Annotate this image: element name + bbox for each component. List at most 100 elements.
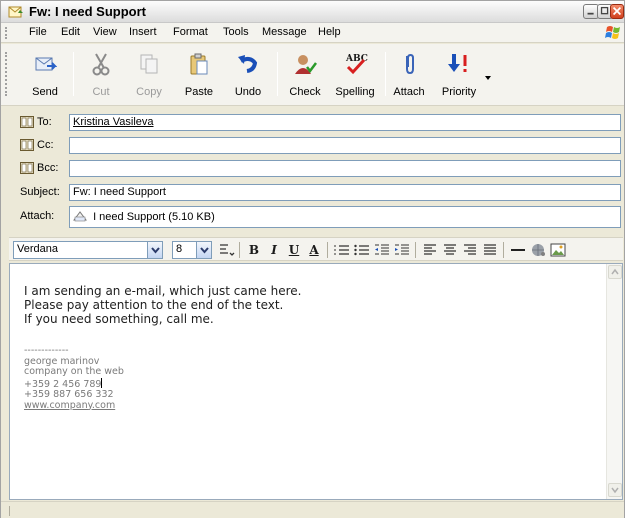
subject-field[interactable]: Fw: I need Support [69, 184, 621, 201]
font-size-select[interactable]: 8 [172, 241, 212, 259]
send-button[interactable]: Send [23, 48, 67, 102]
horizontal-line-button[interactable] [509, 242, 527, 258]
signature-website-link[interactable]: www.company.com [24, 400, 124, 412]
paste-button[interactable]: Paste [177, 48, 221, 102]
insert-picture-button[interactable] [549, 242, 567, 258]
address-book-icon[interactable] [20, 162, 34, 174]
menu-help[interactable]: Help [318, 26, 341, 38]
size-dropdown-button[interactable] [196, 242, 211, 258]
insert-link-button[interactable] [529, 242, 547, 258]
signature-phone2: +359 887 656 332 [24, 389, 114, 400]
chevron-down-icon [151, 247, 160, 254]
attach-label-header: Attach: [20, 210, 55, 222]
menu-insert[interactable]: Insert [129, 26, 157, 38]
priority-button[interactable]: Priority [437, 48, 481, 102]
menu-message[interactable]: Message [262, 26, 307, 38]
title-bar[interactable]: Fw: I need Support [1, 1, 624, 23]
scroll-up-button[interactable] [608, 265, 622, 279]
toolbar-separator [73, 52, 74, 96]
picture-icon [550, 243, 566, 257]
format-separator [327, 242, 328, 258]
paragraph-style-icon [220, 244, 235, 256]
justify-button[interactable] [481, 242, 499, 258]
status-bar [1, 501, 624, 518]
attach-label: Attach [393, 86, 425, 98]
menu-grip[interactable] [5, 27, 8, 39]
numbered-list-button[interactable] [333, 242, 351, 258]
priority-icon [448, 54, 467, 72]
attach-field[interactable]: I need Support (5.10 KB) [69, 206, 621, 228]
spell-check-icon: ABC [345, 54, 368, 75]
check-names-button[interactable]: Check [283, 48, 327, 102]
message-line: If you need something, call me. [24, 312, 214, 326]
toolbar-grip[interactable] [5, 52, 8, 96]
menu-file[interactable]: File [29, 26, 47, 38]
menu-bar: File Edit View Insert Format Tools Messa… [1, 23, 624, 43]
font-color-button[interactable]: A [305, 242, 323, 258]
address-book-icon[interactable] [20, 139, 34, 151]
increase-indent-button[interactable] [393, 242, 411, 258]
font-dropdown-button[interactable] [147, 242, 162, 258]
address-book-icon[interactable] [20, 116, 34, 128]
bullet-list-button[interactable] [353, 242, 371, 258]
align-left-icon [424, 244, 436, 255]
vertical-scrollbar[interactable] [606, 264, 622, 499]
menu-format[interactable]: Format [173, 26, 208, 38]
message-line: I am sending an e-mail, which just came … [24, 284, 302, 298]
format-separator [239, 242, 240, 258]
align-center-button[interactable] [441, 242, 459, 258]
paperclip-icon [406, 53, 414, 75]
toolbar-separator [385, 52, 386, 96]
cut-label: Cut [92, 86, 110, 98]
format-separator [503, 242, 504, 258]
cut-button[interactable]: Cut [81, 48, 121, 102]
priority-label: Priority [441, 86, 477, 98]
signature: ------------- george marinov company on … [24, 345, 124, 412]
menu-view[interactable]: View [93, 26, 117, 38]
attach-button[interactable]: Attach [389, 48, 429, 102]
to-label[interactable]: To: [37, 116, 52, 128]
bullet-list-icon [354, 244, 369, 256]
scissors-icon [92, 53, 110, 76]
copy-button[interactable]: Copy [127, 48, 171, 102]
align-center-icon [444, 244, 456, 255]
align-left-button[interactable] [421, 242, 439, 258]
paragraph-style-button[interactable] [217, 242, 235, 258]
cc-label[interactable]: Cc: [37, 139, 54, 151]
minimize-icon [587, 12, 594, 15]
to-field[interactable]: Kristina Vasileva [69, 114, 621, 131]
close-button[interactable] [610, 4, 624, 19]
bcc-label[interactable]: Bcc: [37, 162, 58, 174]
format-separator [415, 242, 416, 258]
message-text[interactable]: I am sending an e-mail, which just came … [24, 284, 301, 326]
cc-field[interactable] [69, 137, 621, 154]
to-recipient[interactable]: Kristina Vasileva [73, 116, 154, 128]
align-right-button[interactable] [461, 242, 479, 258]
send-icon [35, 57, 57, 71]
text-cursor [101, 377, 103, 388]
underline-button[interactable]: U [285, 242, 303, 258]
status-divider [9, 506, 10, 516]
menu-edit[interactable]: Edit [61, 26, 80, 38]
undo-label: Undo [234, 86, 262, 98]
attachment-name[interactable]: I need Support (5.10 KB) [93, 211, 215, 223]
decrease-indent-button[interactable] [373, 242, 391, 258]
increase-indent-icon [395, 244, 409, 255]
spelling-button[interactable]: ABC Spelling [331, 48, 379, 102]
spelling-badge: ABC [345, 54, 368, 64]
chevron-down-icon [200, 247, 209, 254]
undo-button[interactable]: Undo [226, 48, 270, 102]
bold-button[interactable]: B [245, 242, 263, 258]
bcc-field[interactable] [69, 160, 621, 177]
paste-label: Paste [184, 86, 214, 98]
font-family-select[interactable]: Verdana [13, 241, 163, 259]
italic-button[interactable]: I [265, 242, 283, 258]
scroll-down-button[interactable] [608, 483, 622, 497]
priority-dropdown-icon[interactable] [485, 76, 491, 80]
numbered-list-icon [334, 245, 349, 255]
signature-phone1: +359 2 456 789 [24, 378, 102, 390]
menu-tools[interactable]: Tools [223, 26, 249, 38]
copy-icon [140, 54, 158, 74]
signature-company: company on the web [24, 366, 124, 377]
message-body[interactable]: I am sending an e-mail, which just came … [9, 263, 623, 500]
